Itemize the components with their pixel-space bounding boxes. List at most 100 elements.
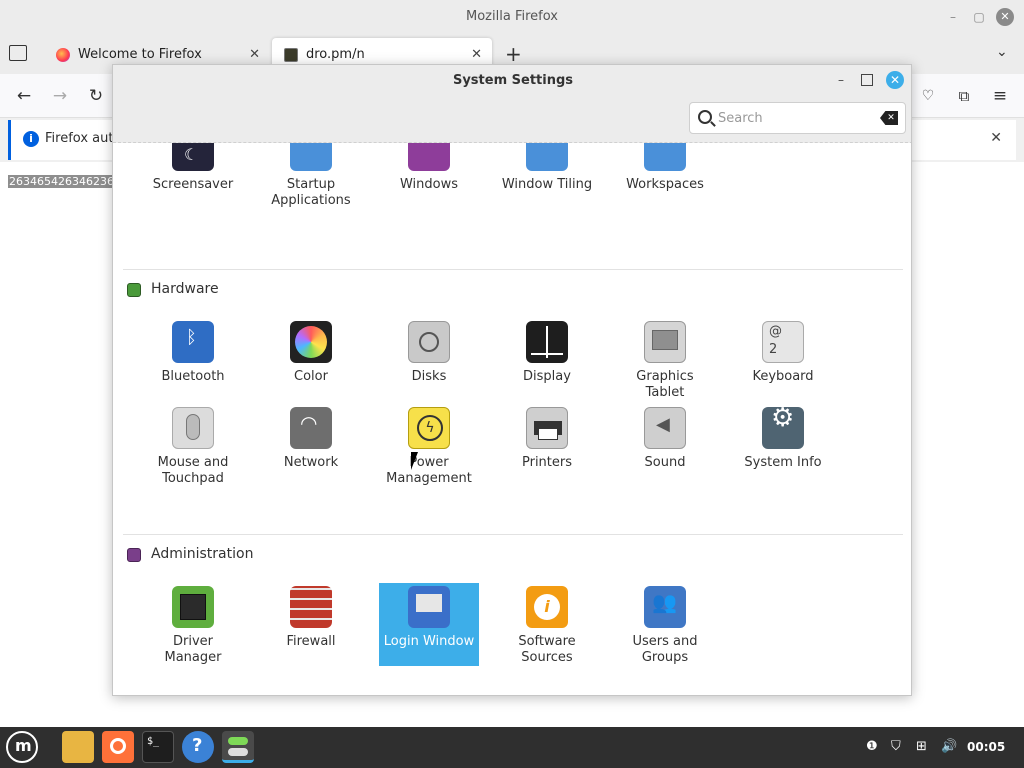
- search-icon: [698, 110, 712, 124]
- settings-item-system-info[interactable]: ⚙ System Info: [733, 405, 833, 471]
- pocket-icon[interactable]: ♡: [918, 86, 938, 106]
- minimize-icon[interactable]: –: [834, 73, 848, 87]
- list-tabs-chevron-down-icon[interactable]: ⌄: [996, 44, 1008, 60]
- section-divider: [123, 534, 903, 535]
- gear-icon: ⚙: [762, 405, 804, 449]
- mouse-cursor-icon: [411, 452, 425, 470]
- files-folder-icon[interactable]: [62, 731, 94, 763]
- item-label: Windows: [399, 177, 459, 192]
- notification-text: Firefox aut: [45, 131, 114, 146]
- item-label: Power Management: [386, 455, 472, 486]
- firewall-brick-icon: [290, 586, 332, 628]
- settings-item-sound[interactable]: ◀ Sound: [615, 407, 715, 471]
- help-icon[interactable]: ?: [182, 731, 214, 763]
- minimize-icon[interactable]: –: [944, 8, 962, 26]
- item-label: Mouse and Touchpad: [157, 455, 229, 486]
- settings-item-firewall[interactable]: Firewall: [261, 586, 361, 650]
- hardware-icon: [127, 283, 141, 297]
- network-icon[interactable]: ⊞: [916, 739, 927, 754]
- item-label: Sound: [644, 455, 686, 470]
- firefox-titlebar: Mozilla Firefox – ▢ ✕: [0, 0, 1024, 34]
- search-box[interactable]: ✕: [689, 102, 906, 134]
- settings-item-bluetooth[interactable]: ᛒ Bluetooth: [143, 321, 243, 385]
- item-label: Disks: [411, 369, 447, 384]
- color-icon: [290, 321, 332, 363]
- shield-icon[interactable]: ⛉: [891, 739, 901, 754]
- item-label: Login Window: [383, 634, 475, 649]
- settings-item-mouse-and-touchpad[interactable]: Mouse and Touchpad: [143, 407, 243, 487]
- item-label: Software Sources: [518, 634, 576, 665]
- item-label: Users and Groups: [632, 634, 698, 665]
- extensions-icon[interactable]: ⧉: [954, 86, 974, 106]
- window-title: Mozilla Firefox: [466, 9, 558, 24]
- settings-item-disks[interactable]: Disks: [379, 321, 479, 385]
- new-tab-button[interactable]: +: [505, 42, 522, 66]
- item-label: Network: [283, 455, 339, 470]
- printer-icon: [526, 407, 568, 449]
- mouse-icon: [172, 407, 214, 449]
- category-title: Administration: [151, 546, 254, 562]
- disks-icon: [408, 321, 450, 363]
- firefox-icon: [56, 48, 70, 62]
- terminal-icon[interactable]: $_: [142, 731, 174, 763]
- software-sources-info-icon: i: [526, 586, 568, 628]
- back-icon[interactable]: ←: [14, 86, 34, 106]
- settings-item-printers[interactable]: Printers: [497, 407, 597, 471]
- maximize-icon[interactable]: [861, 74, 873, 86]
- taskbar: m $_ ? ❶ ⛉ ⊞ 🔊 00:05: [0, 727, 1024, 768]
- settings-item-keyboard[interactable]: @ 2 Keyboard: [733, 321, 833, 385]
- item-label: Driver Manager: [164, 634, 222, 665]
- tab-overview-icon[interactable]: [9, 45, 27, 61]
- mint-menu-icon[interactable]: m: [6, 731, 38, 763]
- item-label: Printers: [521, 455, 573, 470]
- item-label: Keyboard: [752, 369, 814, 384]
- tab-label: Welcome to Firefox: [78, 47, 202, 62]
- close-icon[interactable]: ✕: [886, 71, 904, 89]
- maximize-icon[interactable]: ▢: [970, 8, 988, 26]
- update-manager-icon[interactable]: ❶: [866, 739, 878, 754]
- category-title: Hardware: [151, 281, 219, 297]
- keyboard-icon: @ 2: [762, 321, 804, 363]
- item-label: System Info: [744, 455, 822, 470]
- search-input[interactable]: [718, 108, 868, 128]
- item-label: Screensaver: [152, 177, 234, 192]
- close-icon[interactable]: ✕: [996, 8, 1014, 26]
- speaker-icon: ◀: [644, 407, 686, 449]
- settings-item-graphics-tablet[interactable]: Graphics Tablet: [615, 321, 715, 401]
- settings-item-display[interactable]: Display: [497, 321, 597, 385]
- login-window-icon: [408, 586, 450, 628]
- network-wifi-icon: ◠: [290, 407, 332, 449]
- graphics-tablet-icon: [644, 321, 686, 363]
- driver-manager-chip-icon: [172, 586, 214, 628]
- clock[interactable]: 00:05: [967, 740, 1005, 754]
- site-favicon-icon: [284, 48, 298, 62]
- item-label: Window Tiling: [501, 177, 593, 192]
- menu-icon[interactable]: ≡: [990, 86, 1010, 106]
- system-settings-icon[interactable]: [222, 731, 254, 763]
- item-label: Workspaces: [626, 177, 704, 192]
- dialog-title: System Settings: [452, 73, 574, 88]
- settings-item-login-window[interactable]: Login Window: [379, 583, 479, 666]
- users-icon: 👥: [644, 586, 686, 628]
- item-label: Display: [523, 369, 571, 384]
- selected-text: 2634654263462363: [8, 175, 122, 188]
- reload-icon[interactable]: ↻: [86, 86, 106, 106]
- settings-item-driver-manager[interactable]: Driver Manager: [143, 586, 243, 666]
- close-notification-icon[interactable]: ✕: [990, 130, 1002, 146]
- administration-icon: [127, 548, 141, 562]
- settings-item-users-and-groups[interactable]: 👥 Users and Groups: [615, 586, 715, 666]
- item-label: Color: [294, 369, 328, 384]
- volume-icon[interactable]: 🔊: [941, 739, 957, 754]
- info-icon: i: [23, 131, 39, 147]
- settings-item-network[interactable]: ◠ Network: [261, 407, 361, 471]
- settings-item-color[interactable]: Color: [261, 321, 361, 385]
- clear-search-icon[interactable]: ✕: [880, 111, 898, 125]
- item-label: Firewall: [286, 634, 336, 649]
- firefox-icon[interactable]: [102, 731, 134, 763]
- settings-item-power-management[interactable]: ϟ Power Management: [379, 407, 479, 487]
- forward-icon[interactable]: →: [50, 86, 70, 106]
- settings-item-software-sources[interactable]: i Software Sources: [497, 586, 597, 666]
- item-label: Graphics Tablet: [636, 369, 694, 400]
- dialog-header: System Settings – ✕ ✕: [113, 65, 911, 143]
- section-divider: [123, 269, 903, 270]
